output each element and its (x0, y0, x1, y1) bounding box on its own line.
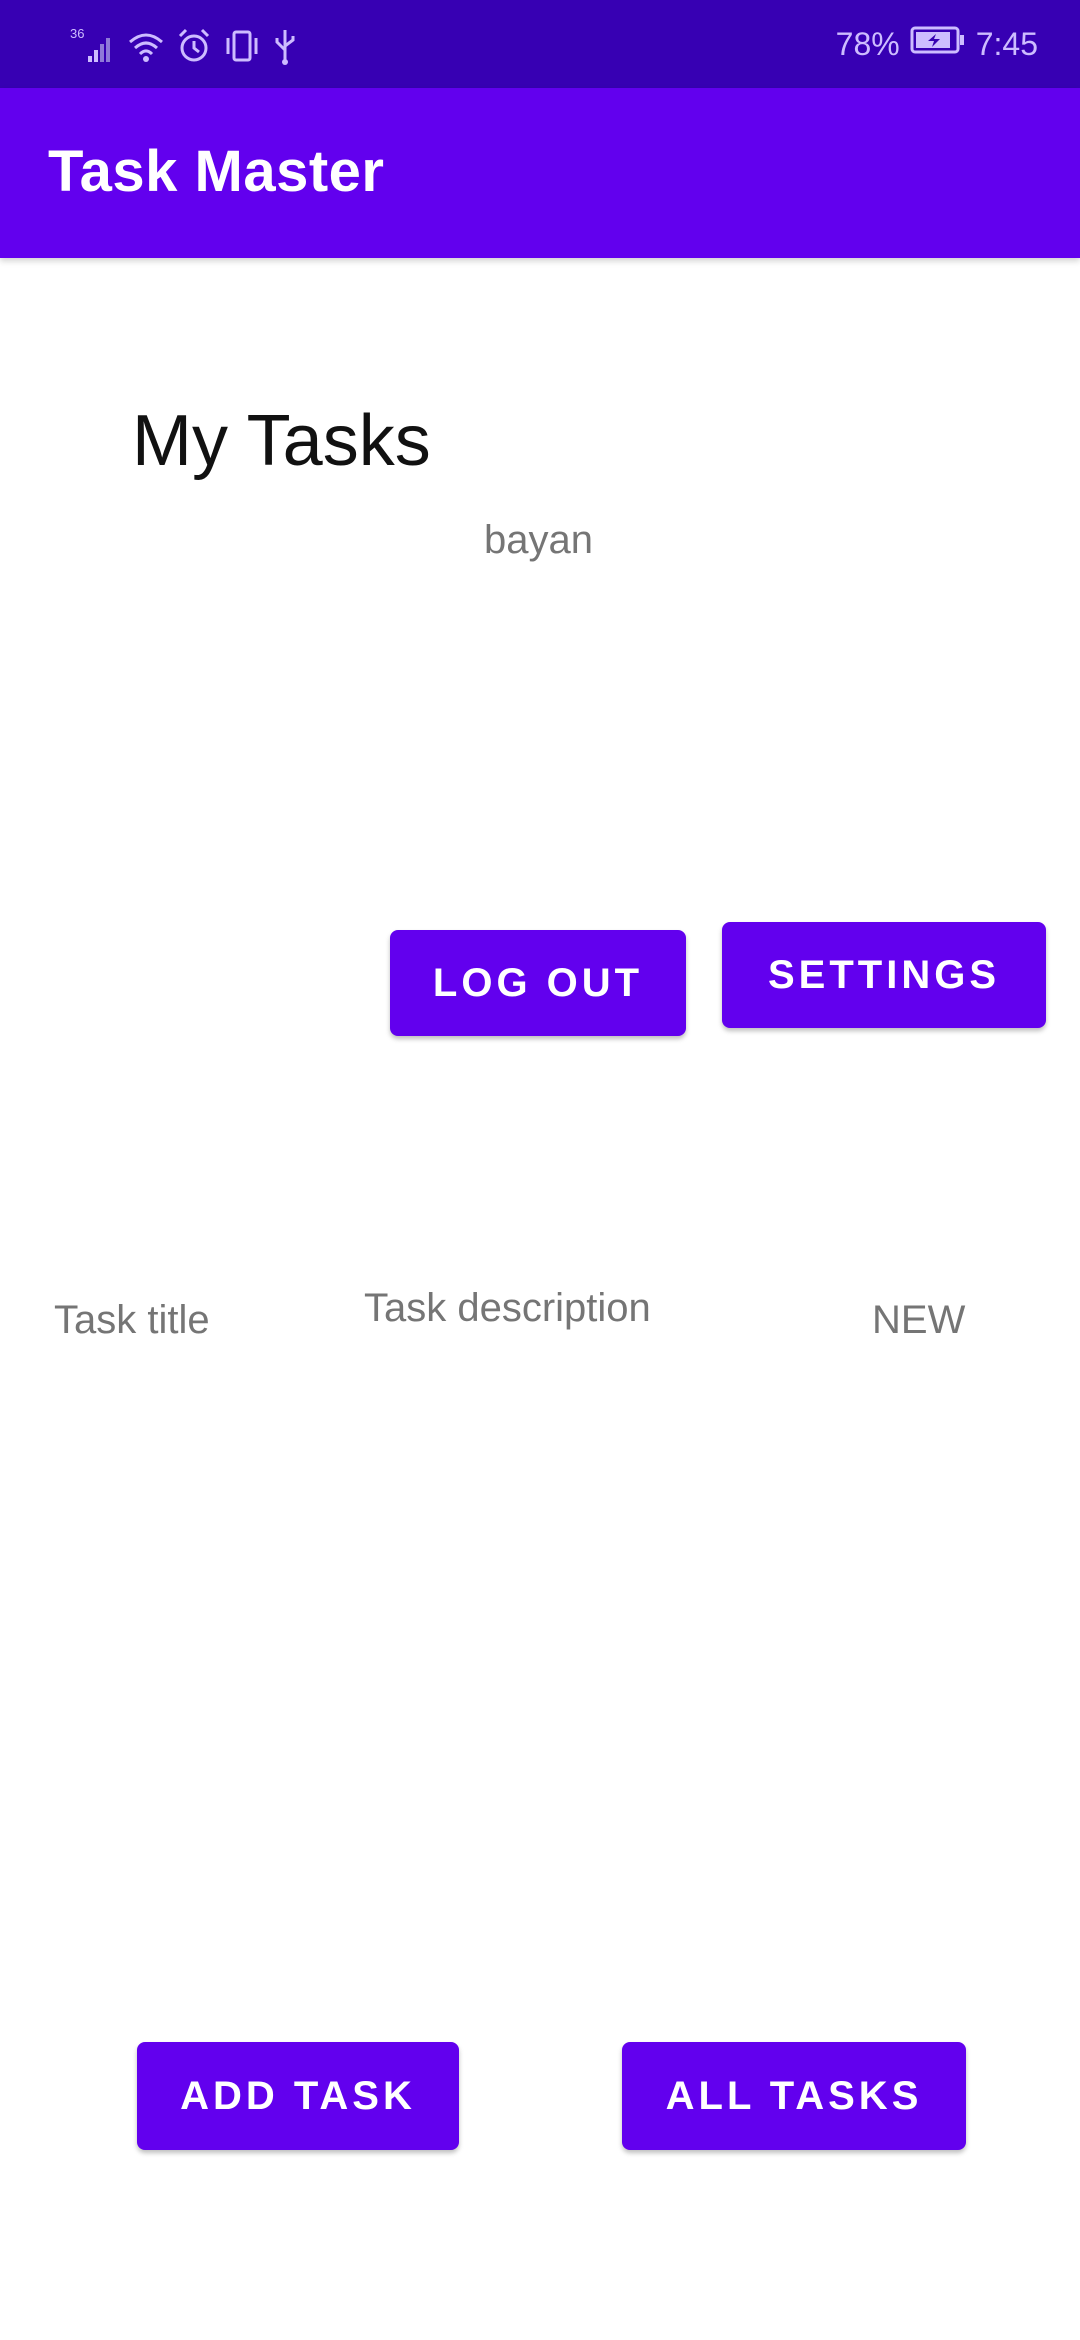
settings-button[interactable]: SETTINGS (722, 922, 1046, 1028)
add-task-button[interactable]: ADD TASK (137, 2042, 459, 2150)
battery-percent: 78% (835, 25, 900, 62)
logout-button[interactable]: LOG OUT (390, 930, 686, 1036)
status-bar: 36 78% 7:45 (0, 0, 1080, 88)
alarm-icon (176, 26, 212, 66)
network-type-label: 36 (70, 26, 84, 41)
task-description: Task description (364, 1286, 651, 1330)
status-icons-left: 36 (70, 24, 298, 68)
app-screen: 36 78% 7:45 Task Master My Tasks bayan L… (0, 0, 1080, 2340)
signal-icon: 36 (70, 26, 116, 66)
app-bar: Task Master (0, 88, 1080, 258)
task-title: Task title (54, 1298, 210, 1342)
app-title: Task Master (48, 139, 385, 204)
status-icons-right: 78% 7:45 (836, 20, 1038, 68)
wifi-icon (126, 26, 166, 66)
battery-icon (910, 25, 966, 63)
clock-time: 7:45 (975, 25, 1038, 62)
task-state: NEW (872, 1298, 966, 1342)
username-label: bayan (484, 518, 593, 562)
vibrate-icon (222, 26, 262, 66)
page-title: My Tasks (132, 401, 431, 481)
usb-icon (272, 26, 298, 66)
all-tasks-button[interactable]: ALL TASKS (622, 2042, 966, 2150)
